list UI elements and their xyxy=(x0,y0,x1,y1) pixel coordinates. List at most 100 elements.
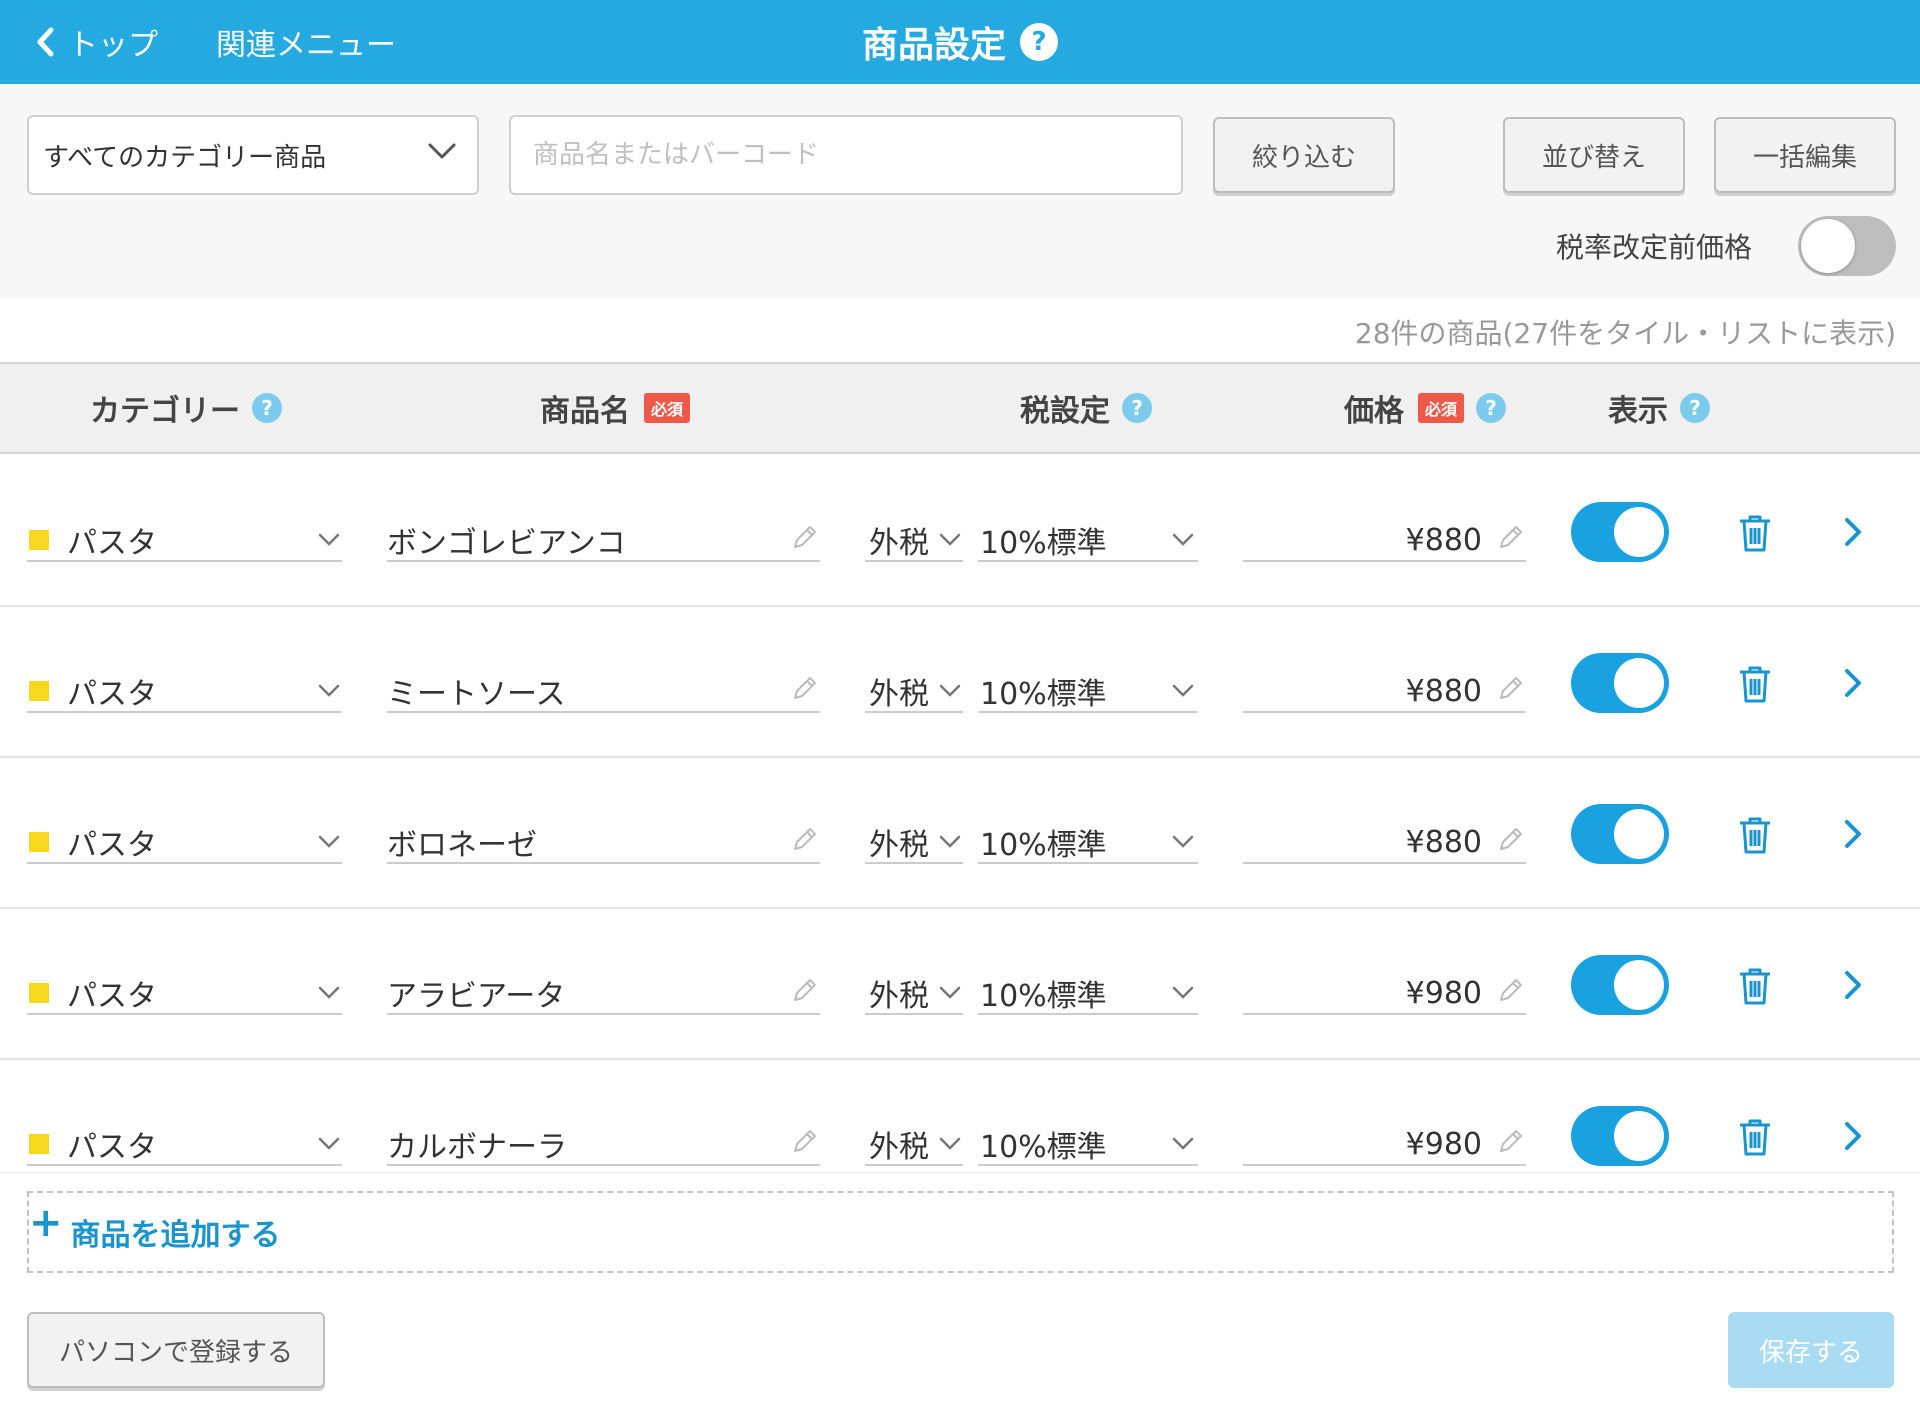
footer-bar: パソコンで登録する 保存する xyxy=(0,1288,1920,1402)
table-row: パスタ ボロネーゼ 外税 10%標準 ¥880 xyxy=(0,758,1920,909)
column-price-label: 価格 xyxy=(1344,394,1404,429)
display-toggle[interactable] xyxy=(1571,1106,1669,1166)
tax-type-select[interactable]: 外税 xyxy=(865,1124,963,1166)
pencil-icon xyxy=(1500,677,1522,699)
trash-icon[interactable] xyxy=(1738,664,1772,704)
table-row: パスタ アラビアータ 外税 10%標準 ¥980 xyxy=(0,909,1920,1060)
filter-button[interactable]: 絞り込む xyxy=(1213,117,1395,193)
help-icon[interactable]: ? xyxy=(1476,393,1507,423)
tax-type-select[interactable]: 外税 xyxy=(865,520,963,562)
category-filter-select[interactable]: すべてのカテゴリー商品 xyxy=(27,115,479,195)
tax-rate-value: 10%標準 xyxy=(980,828,1107,863)
product-name-field[interactable]: アラビアータ xyxy=(387,973,820,1015)
trash-icon[interactable] xyxy=(1738,513,1772,553)
product-name-value: ボンゴレビアンコ xyxy=(387,526,626,561)
product-name-value: ミートソース xyxy=(387,677,566,712)
bulk-edit-button[interactable]: 一括編集 xyxy=(1714,117,1896,193)
column-name: 商品名 必須 xyxy=(540,364,691,452)
add-product-label: 商品を追加する xyxy=(70,1218,281,1253)
sort-button[interactable]: 並び替え xyxy=(1503,117,1685,193)
search-input[interactable] xyxy=(511,117,1181,193)
column-tax: 税設定 ? xyxy=(1020,364,1152,452)
category-color-swatch xyxy=(29,983,49,1003)
category-color-swatch xyxy=(29,681,49,701)
chevron-right-icon[interactable] xyxy=(1843,1120,1863,1152)
toggle-knob xyxy=(1614,1111,1664,1161)
trash-icon[interactable] xyxy=(1738,815,1772,855)
trash-icon[interactable] xyxy=(1738,966,1772,1006)
product-list: パスタ ボンゴレビアンコ 外税 10%標準 ¥880 パスタ ミートソース 外税… xyxy=(0,456,1920,1176)
column-tax-label: 税設定 xyxy=(1020,394,1110,429)
price-field[interactable]: ¥980 xyxy=(1243,1124,1526,1166)
tax-revision-label: 税率改定前価格 xyxy=(1555,231,1752,264)
app-header: トップ 関連メニュー 商品設定 ? xyxy=(0,0,1920,84)
chevron-right-icon[interactable] xyxy=(1843,969,1863,1001)
tax-rate-select[interactable]: 10%標準 xyxy=(978,822,1198,864)
column-display-label: 表示 xyxy=(1608,394,1668,429)
product-name-field[interactable]: ボロネーゼ xyxy=(387,822,820,864)
tax-rate-select[interactable]: 10%標準 xyxy=(978,520,1198,562)
category-value: パスタ xyxy=(67,526,157,561)
category-select[interactable]: パスタ xyxy=(27,822,342,864)
page-title: 商品設定 xyxy=(861,25,1006,66)
chevron-right-icon[interactable] xyxy=(1843,667,1863,699)
table-header: カテゴリー ? 商品名 必須 税設定 ? 価格 必須 ? 表示 ? xyxy=(0,362,1920,454)
toggle-knob xyxy=(1614,960,1664,1010)
help-icon[interactable]: ? xyxy=(1122,393,1152,423)
price-field[interactable]: ¥880 xyxy=(1243,671,1526,713)
table-row: パスタ カルボナーラ 外税 10%標準 ¥980 xyxy=(0,1060,1920,1176)
chevron-down-icon xyxy=(1172,533,1194,546)
table-row: パスタ ボンゴレビアンコ 外税 10%標準 ¥880 xyxy=(0,456,1920,607)
display-toggle[interactable] xyxy=(1571,955,1669,1015)
tax-type-select[interactable]: 外税 xyxy=(865,822,963,864)
pencil-icon xyxy=(1500,828,1522,850)
save-button[interactable]: 保存する xyxy=(1728,1312,1894,1388)
category-select[interactable]: パスタ xyxy=(27,520,342,562)
tax-rate-value: 10%標準 xyxy=(980,1130,1107,1165)
tax-rate-value: 10%標準 xyxy=(980,677,1107,712)
category-color-swatch xyxy=(29,530,49,550)
price-field[interactable]: ¥880 xyxy=(1243,822,1526,864)
tax-type-value: 外税 xyxy=(869,526,929,561)
tax-type-select[interactable]: 外税 xyxy=(865,671,963,713)
table-row: パスタ ミートソース 外税 10%標準 ¥880 xyxy=(0,607,1920,758)
category-select[interactable]: パスタ xyxy=(27,671,342,713)
chevron-right-icon[interactable] xyxy=(1843,818,1863,850)
trash-icon[interactable] xyxy=(1738,1117,1772,1157)
product-name-field[interactable]: カルボナーラ xyxy=(387,1124,820,1166)
add-product-area: + 商品を追加する xyxy=(0,1172,1920,1288)
category-select[interactable]: パスタ xyxy=(27,1124,342,1166)
add-product-button[interactable]: + 商品を追加する xyxy=(27,1191,1894,1273)
category-color-swatch xyxy=(29,1134,49,1154)
tax-rate-value: 10%標準 xyxy=(980,979,1107,1014)
display-toggle[interactable] xyxy=(1571,502,1669,562)
category-select[interactable]: パスタ xyxy=(27,973,342,1015)
display-toggle[interactable] xyxy=(1571,653,1669,713)
price-value: ¥880 xyxy=(1405,673,1482,709)
tax-rate-value: 10%標準 xyxy=(980,526,1107,561)
help-icon[interactable]: ? xyxy=(1680,393,1710,423)
price-value: ¥980 xyxy=(1405,1126,1482,1162)
tax-rate-select[interactable]: 10%標準 xyxy=(978,973,1198,1015)
tax-rate-select[interactable]: 10%標準 xyxy=(978,671,1198,713)
chevron-right-icon[interactable] xyxy=(1843,516,1863,548)
pencil-icon xyxy=(1500,526,1522,548)
product-name-field[interactable]: ボンゴレビアンコ xyxy=(387,520,820,562)
help-icon[interactable]: ? xyxy=(252,393,282,423)
chevron-down-icon xyxy=(939,835,961,848)
register-on-pc-button[interactable]: パソコンで登録する xyxy=(27,1312,325,1388)
price-field[interactable]: ¥980 xyxy=(1243,973,1526,1015)
price-value: ¥880 xyxy=(1405,522,1482,558)
tax-revision-toggle[interactable] xyxy=(1798,216,1896,276)
product-name-field[interactable]: ミートソース xyxy=(387,671,820,713)
tax-type-select[interactable]: 外税 xyxy=(865,973,963,1015)
price-value: ¥980 xyxy=(1405,975,1482,1011)
price-field[interactable]: ¥880 xyxy=(1243,520,1526,562)
pencil-icon xyxy=(794,979,816,1001)
price-value: ¥880 xyxy=(1405,824,1482,860)
tax-rate-select[interactable]: 10%標準 xyxy=(978,1124,1198,1166)
page-title-area: 商品設定 ? xyxy=(0,16,1920,68)
help-icon[interactable]: ? xyxy=(1020,23,1058,61)
display-toggle[interactable] xyxy=(1571,804,1669,864)
toggle-knob xyxy=(1614,507,1664,557)
